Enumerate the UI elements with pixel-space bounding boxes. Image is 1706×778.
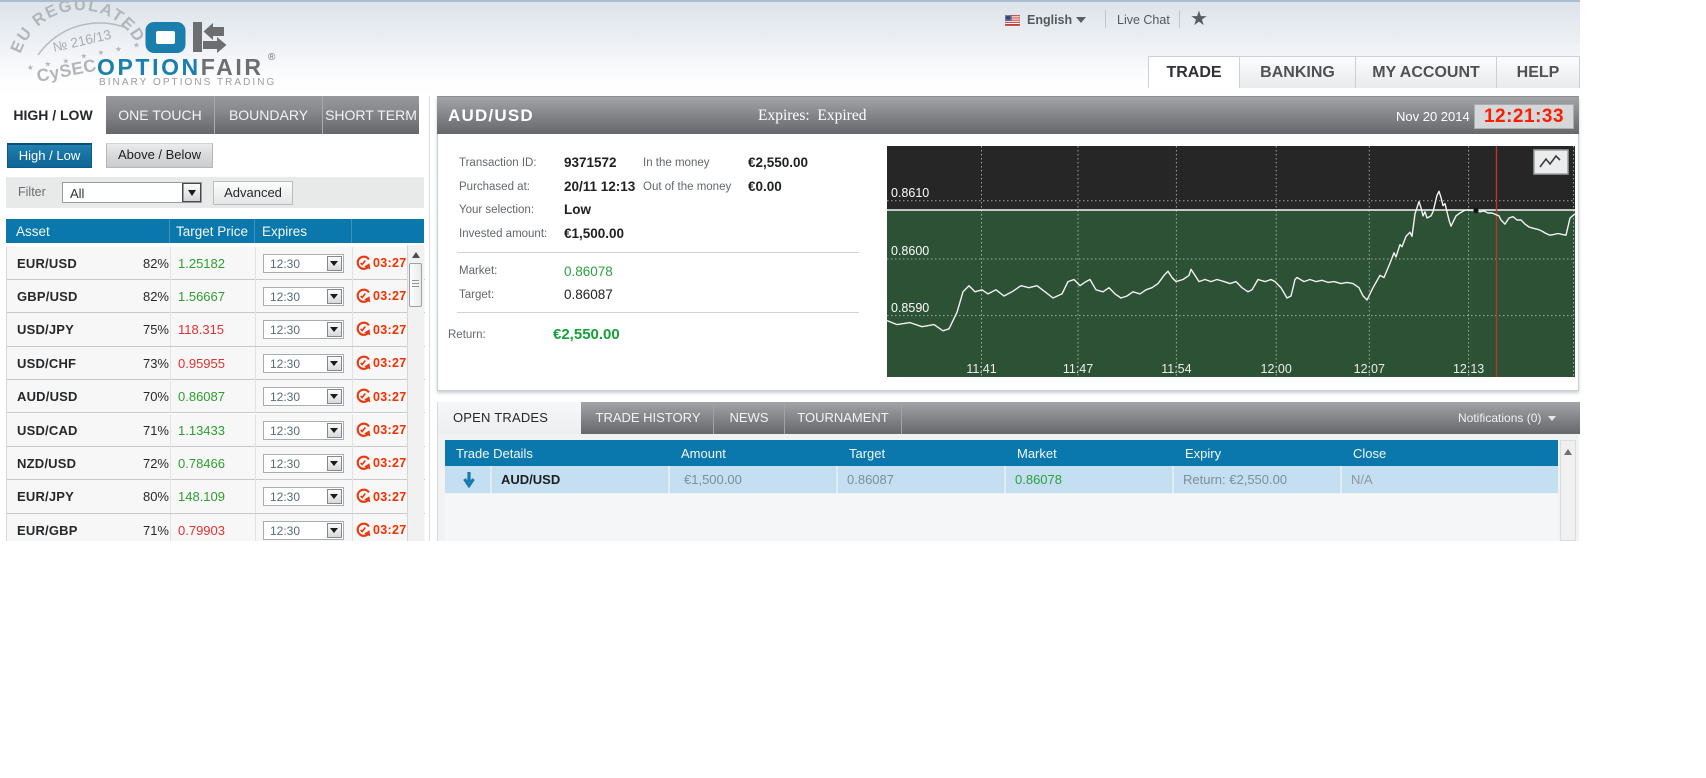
- svg-text:11:54: 11:54: [1161, 362, 1191, 376]
- svg-text:★: ★: [63, 57, 70, 66]
- svg-text:★: ★: [27, 63, 34, 72]
- svg-text:12:00: 12:00: [1261, 362, 1292, 376]
- svg-text:★: ★: [133, 41, 140, 50]
- svg-text:12:07: 12:07: [1354, 362, 1385, 376]
- svg-text:0.8610: 0.8610: [891, 186, 929, 200]
- svg-text:BINARY OPTIONS TRADING: BINARY OPTIONS TRADING: [99, 77, 276, 88]
- svg-text:0.8600: 0.8600: [891, 244, 929, 258]
- svg-text:11:47: 11:47: [1063, 362, 1093, 376]
- svg-text:★: ★: [45, 60, 52, 69]
- svg-text:0.8590: 0.8590: [891, 301, 929, 315]
- svg-text:®: ®: [268, 52, 276, 63]
- svg-text:★: ★: [81, 52, 88, 61]
- svg-text:★: ★: [115, 45, 122, 54]
- svg-text:11:41: 11:41: [966, 362, 996, 376]
- svg-text:12:13: 12:13: [1453, 362, 1484, 376]
